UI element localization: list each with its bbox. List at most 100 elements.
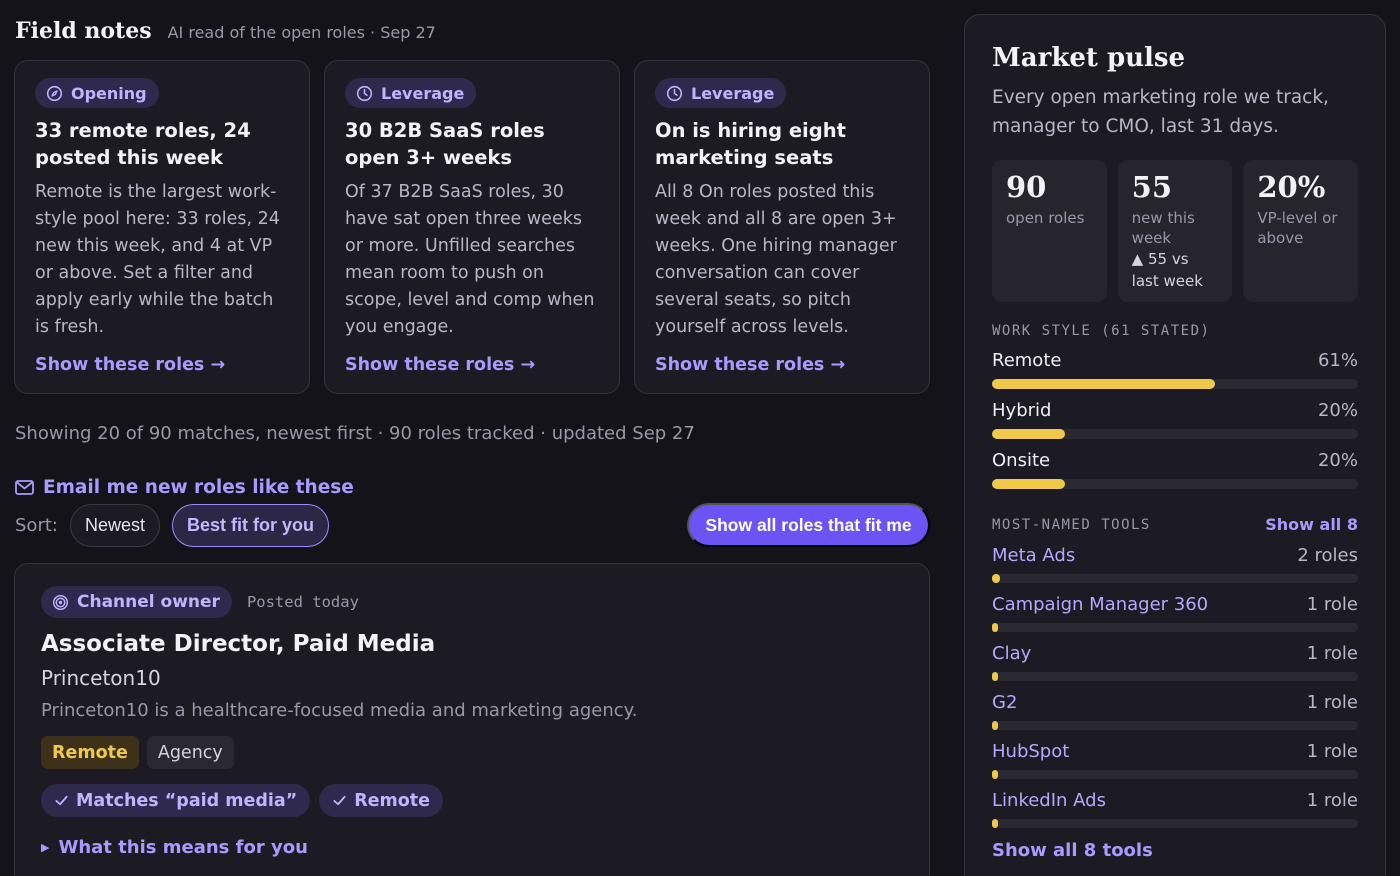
insight-title: On is hiring eight marketing seats (655, 119, 846, 169)
market-pulse-subtitle: Every open marketing role we track, mana… (992, 87, 1329, 137)
tool-count: 1 role (1306, 643, 1358, 664)
sort-newest-button[interactable]: Newest (69, 504, 160, 547)
job-tags: Remote Agency (41, 736, 903, 769)
match-reasons: Matches “paid media” Remote (41, 784, 903, 817)
show-these-roles-link[interactable]: Show these roles → (35, 355, 225, 375)
tool-name[interactable]: Clay (992, 643, 1031, 664)
tools-label: MOST-NAMED TOOLS (992, 516, 1151, 533)
tool-labels: Clay 1 role (992, 643, 1358, 664)
work-style-labels: Hybrid 20% (992, 400, 1358, 421)
stat-delta: ▲ 55 vs last week (1131, 250, 1203, 290)
tool-count: 1 role (1306, 741, 1358, 762)
work-style-name: Onsite (992, 450, 1051, 471)
show-all-tools-link[interactable]: Show all 8 (1265, 515, 1358, 534)
show-all-fit-roles-button[interactable]: Show all roles that fit me (687, 503, 930, 547)
insight-title: 30 B2B SaaS roles open 3+ weeks (345, 119, 545, 169)
tool-name[interactable]: G2 (992, 692, 1017, 713)
compass-icon (46, 85, 63, 101)
email-alert-link[interactable]: Email me new roles like these (15, 477, 354, 498)
tool-fill (992, 770, 998, 779)
stat-label: open roles (1006, 209, 1085, 227)
job-card[interactable]: Channel owner Posted today Associate Dir… (14, 563, 930, 876)
job-company: Princeton10 (41, 666, 161, 690)
stat-label: new this week (1131, 209, 1195, 247)
tool-labels: HubSpot 1 role (992, 741, 1358, 762)
field-notes-header: Field notes AI read of the open roles · … (15, 18, 436, 44)
tools-list: Meta Ads 2 roles Campaign Manager 360 1 rol… (992, 545, 1358, 828)
job-title[interactable]: Associate Director, Paid Media (41, 631, 903, 657)
show-these-roles-link[interactable]: Show these roles → (655, 355, 845, 375)
insight-body: All 8 On roles posted this week and all … (655, 182, 897, 337)
tools-header: MOST-NAMED TOOLS Show all 8 (992, 515, 1358, 534)
tool-fill (992, 574, 1001, 583)
stat-value: 55 (1131, 170, 1173, 204)
email-alert-label: Email me new roles like these (43, 477, 354, 498)
tool-track (992, 672, 1358, 681)
tool-row[interactable]: LinkedIn Ads 1 role (992, 790, 1358, 828)
work-style-list: Remote 61% Hybrid 20% Onsite 20% (992, 350, 1358, 489)
posted-date: Posted today (246, 593, 359, 611)
tool-fill (992, 623, 998, 632)
work-style-fill (992, 379, 1216, 389)
tool-row[interactable]: Campaign Manager 360 1 role (992, 594, 1358, 632)
work-style-track (992, 379, 1358, 389)
work-style-labels: Onsite 20% (992, 450, 1358, 471)
insight-title: 33 remote roles, 24 posted this week (35, 119, 251, 169)
role-type-label: Channel owner (77, 592, 220, 612)
job-card-header: Channel owner Posted today (41, 586, 903, 618)
tool-count: 1 role (1306, 692, 1358, 713)
work-style-row: Remote 61% (992, 350, 1358, 389)
tool-row[interactable]: G2 1 role (992, 692, 1358, 730)
tag-agency: Agency (146, 736, 234, 769)
page-title: Field notes (15, 18, 152, 44)
tool-name[interactable]: Campaign Manager 360 (992, 594, 1208, 615)
stat-value: 90 (1006, 170, 1047, 204)
tool-name[interactable]: LinkedIn Ads (992, 790, 1106, 811)
tool-fill (992, 819, 998, 828)
tool-labels: LinkedIn Ads 1 role (992, 790, 1358, 811)
clock-icon (356, 85, 373, 101)
insight-body: Remote is the largest work-style pool he… (35, 182, 280, 337)
disclosure-triangle-icon: ▶ (41, 841, 50, 854)
tool-labels: G2 1 role (992, 692, 1358, 713)
tool-count: 1 role (1306, 790, 1358, 811)
tool-track (992, 721, 1358, 730)
tool-name[interactable]: Meta Ads (992, 545, 1075, 566)
tool-track (992, 623, 1358, 632)
stat-tiles: 90 open roles 55 new this week ▲ 55 vs l… (992, 160, 1359, 302)
insight-pill-label: Leverage (691, 83, 775, 103)
tool-row[interactable]: HubSpot 1 role (992, 741, 1358, 779)
target-icon (52, 594, 69, 610)
tool-row[interactable]: Meta Ads 2 roles (992, 545, 1358, 583)
sort-best-fit-button[interactable]: Best fit for you (172, 504, 330, 547)
insight-pill-label: Opening (71, 83, 147, 103)
work-style-pct: 61% (1317, 350, 1358, 371)
work-style-name: Remote (992, 350, 1062, 371)
tool-fill (992, 721, 998, 730)
work-style-track (992, 479, 1358, 489)
show-all-tools-footer-link[interactable]: Show all 8 tools (992, 840, 1358, 861)
work-style-fill (992, 479, 1066, 489)
what-this-means-toggle[interactable]: ▶ What this means for you (41, 837, 903, 858)
market-pulse-title: Market pulse (992, 43, 1186, 73)
tool-labels: Campaign Manager 360 1 role (992, 594, 1358, 615)
tool-row[interactable]: Clay 1 role (992, 643, 1358, 681)
work-style-labels: Remote 61% (992, 350, 1358, 371)
sort-controls: Sort: Newest Best fit for you (15, 504, 330, 547)
tool-name[interactable]: HubSpot (992, 741, 1069, 762)
tool-track (992, 819, 1358, 828)
work-style-header: WORK STYLE (61 STATED) (992, 323, 1358, 339)
tool-count: 2 roles (1297, 545, 1358, 566)
what-this-means-label: What this means for you (58, 837, 308, 858)
tag-remote: Remote (41, 736, 139, 769)
show-these-roles-link[interactable]: Show these roles → (345, 355, 535, 375)
insight-pill-label: Leverage (381, 83, 465, 103)
check-icon (333, 795, 346, 806)
mail-icon (15, 480, 34, 495)
tool-track (992, 574, 1358, 583)
work-style-row: Hybrid 20% (992, 400, 1358, 439)
sort-label: Sort: (15, 515, 58, 536)
page-subtitle: AI read of the open roles · Sep 27 (167, 23, 436, 42)
insight-card-remote: Opening 33 remote roles, 24 posted this … (14, 60, 310, 394)
work-style-row: Onsite 20% (992, 450, 1358, 489)
